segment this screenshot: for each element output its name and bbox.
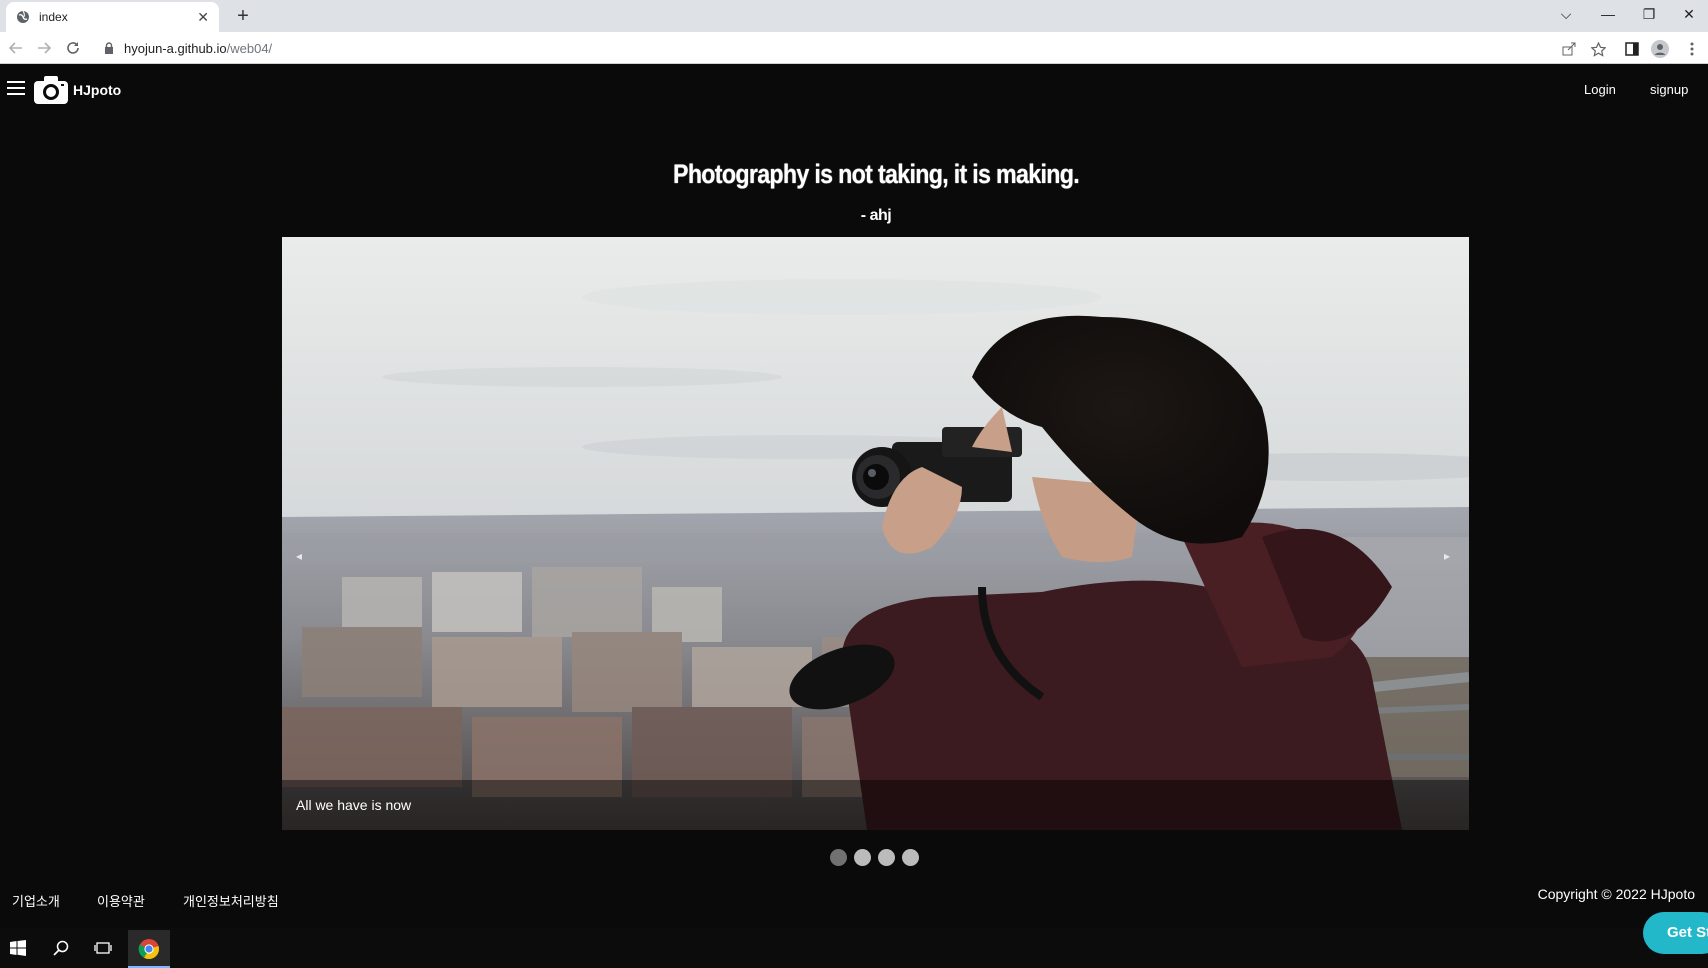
url-field[interactable]: hyojun-a.github.io/web04/ [94, 36, 1584, 60]
hero-author: - ahj [860, 207, 892, 224]
footer-link-terms[interactable]: 이용약관 [97, 891, 145, 910]
taskbar-chrome-app[interactable] [128, 930, 170, 968]
url-host: hyojun-a.github.io [124, 40, 227, 56]
hamburger-menu-icon[interactable] [7, 81, 25, 95]
windows-taskbar [0, 928, 1708, 968]
arrow-left-icon [9, 42, 22, 54]
slider-dot-3[interactable] [878, 849, 895, 866]
image-slider: ◂ ▸ All we have is now [282, 237, 1469, 830]
login-link[interactable]: Login [1584, 82, 1616, 97]
chrome-icon [138, 939, 159, 960]
prev-slide-button[interactable]: ◂ [296, 549, 302, 563]
slider-dot-2[interactable] [854, 849, 871, 866]
restore-button[interactable]: ❐ [1629, 0, 1669, 28]
next-slide-button[interactable]: ▸ [1444, 549, 1450, 563]
task-view-icon[interactable] [93, 938, 113, 958]
brand-name: HJpoto [73, 82, 122, 98]
slider-dot-1[interactable] [830, 849, 847, 866]
footer-link-privacy[interactable]: 개인정보처리방침 [183, 891, 279, 910]
globe-icon [17, 10, 29, 23]
minimize-button[interactable]: — [1588, 0, 1628, 28]
footer-link-about[interactable]: 기업소개 [12, 891, 60, 910]
browser-tab[interactable]: index ✕ [6, 2, 219, 32]
bookmark-star-icon[interactable] [1589, 40, 1607, 58]
slider-dots [830, 849, 926, 866]
profile-avatar-icon[interactable] [1651, 40, 1669, 58]
slide-caption-bar: All we have is now [282, 780, 1469, 830]
url-text: hyojun-a.github.io/web04/ [124, 41, 272, 56]
brand-logo[interactable]: HJpoto [33, 75, 121, 105]
arrow-right-icon [38, 42, 51, 54]
side-panel-icon[interactable] [1623, 40, 1641, 58]
camera-logo-icon [34, 76, 68, 104]
reload-icon [67, 42, 79, 54]
slide-photo [282, 237, 1469, 830]
slider-dot-4[interactable] [902, 849, 919, 866]
hero-quote: Photography is not taking, it is making. [673, 159, 1080, 189]
reload-button[interactable] [61, 37, 85, 59]
url-path: /web04/ [226, 40, 273, 56]
copyright-text: Copyright © 2022 HJpoto [1537, 886, 1695, 902]
tab-search-icon[interactable]: ⌵ [1546, 0, 1586, 28]
close-window-button[interactable]: ✕ [1669, 0, 1708, 28]
search-icon[interactable] [51, 938, 71, 958]
kebab-menu-icon[interactable] [1683, 40, 1701, 58]
windows-start-icon[interactable] [8, 938, 28, 958]
address-bar: hyojun-a.github.io/web04/ [0, 32, 1708, 64]
lock-icon [105, 42, 113, 54]
signup-link[interactable]: signup [1650, 82, 1688, 97]
share-icon[interactable] [1560, 40, 1578, 58]
new-tab-button[interactable]: + [230, 4, 256, 28]
back-button[interactable] [4, 37, 28, 59]
page-body: HJpoto Login signup Photography is not t… [0, 64, 1708, 928]
close-tab-icon[interactable]: ✕ [197, 9, 209, 26]
slide-caption: All we have is now [296, 797, 412, 813]
browser-tab-bar: index ✕ + ⌵ — ❐ ✕ [0, 0, 1708, 32]
get-started-widget[interactable]: Get St [1643, 912, 1708, 954]
forward-button[interactable] [32, 37, 56, 59]
tab-title: index [39, 10, 68, 24]
